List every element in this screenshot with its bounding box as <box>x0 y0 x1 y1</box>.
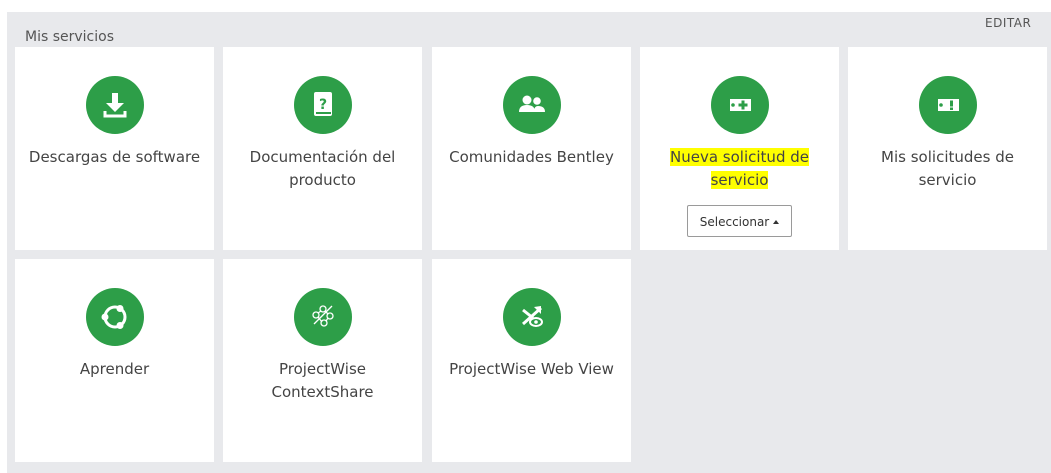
download-icon <box>86 76 144 134</box>
card-label: ProjectWise ContextShare <box>233 358 412 404</box>
card-label-line1: Mis solicitudes de <box>881 148 1014 166</box>
card-label: Nueva solicitud de servicio <box>650 146 829 192</box>
card-my-service-requests[interactable]: Mis solicitudes de servicio <box>848 47 1047 250</box>
card-label: Mis solicitudes de servicio <box>858 146 1037 192</box>
card-bentley-communities[interactable]: Comunidades Bentley <box>432 47 631 250</box>
services-panel: Mis servicios EDITAR Descargas de softwa… <box>7 12 1051 473</box>
users-icon <box>503 76 561 134</box>
card-label-line2: servicio <box>710 171 769 189</box>
select-dropdown-button[interactable]: Seleccionar <box>687 205 792 237</box>
card-label-line1: Nueva solicitud de <box>670 148 809 166</box>
select-button-label: Seleccionar <box>699 215 770 229</box>
edit-link[interactable]: EDITAR <box>985 16 1031 30</box>
ticket-plus-icon <box>711 76 769 134</box>
card-label: Documentación del producto <box>233 146 412 192</box>
card-label: Aprender <box>79 360 150 378</box>
caret-up-icon <box>773 220 780 224</box>
learn-icon <box>86 288 144 346</box>
card-learn[interactable]: Aprender <box>15 259 214 462</box>
card-label-line1: Documentación del <box>249 148 396 166</box>
section-title: Mis servicios <box>25 29 114 45</box>
card-projectwise-contextshare[interactable]: ProjectWise ContextShare <box>223 259 422 462</box>
svg-text:?: ? <box>319 97 327 113</box>
card-software-downloads[interactable]: Descargas de software <box>15 47 214 250</box>
card-label-line2: producto <box>289 171 356 189</box>
card-product-documentation[interactable]: ? Documentación del producto <box>223 47 422 250</box>
card-label-line2: servicio <box>918 171 977 189</box>
card-label: Comunidades Bentley <box>449 148 614 166</box>
card-new-service-request[interactable]: Nueva solicitud de servicio Seleccionar <box>640 47 839 250</box>
book-question-icon: ? <box>294 76 352 134</box>
contextshare-icon <box>294 288 352 346</box>
card-label: Descargas de software <box>28 148 201 166</box>
ticket-alert-icon <box>919 76 977 134</box>
card-label-line2: ContextShare <box>271 383 374 401</box>
card-projectwise-web-view[interactable]: ProjectWise Web View <box>432 259 631 462</box>
webview-icon <box>503 288 561 346</box>
card-label: ProjectWise Web View <box>449 360 614 378</box>
card-label-line1: ProjectWise <box>278 360 367 378</box>
